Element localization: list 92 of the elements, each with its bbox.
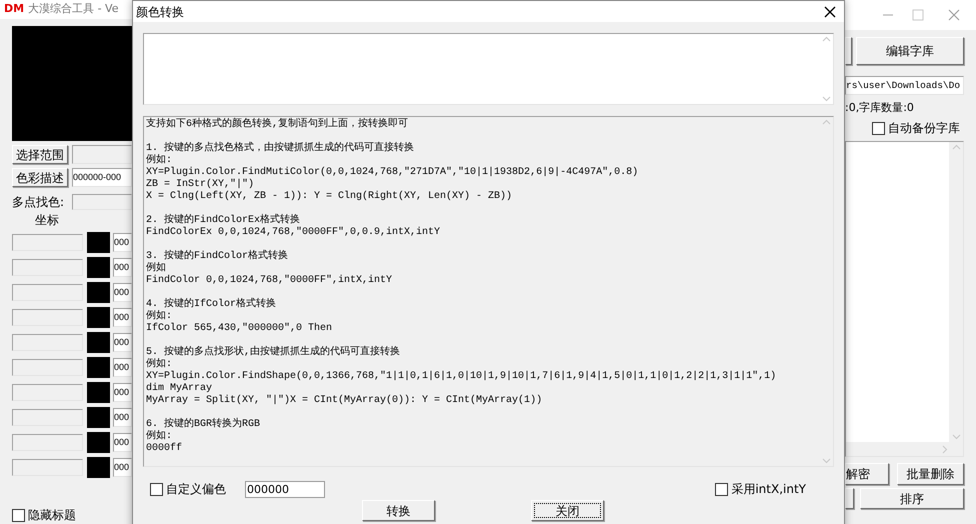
text-line: IfColor 565,430,"000000",0 Then [146, 323, 334, 335]
scroll-right-icon[interactable] [942, 444, 948, 454]
column-header: 坐标 [35, 213, 60, 227]
color-swatch [87, 282, 110, 303]
dialog-title: 颜色转换 [136, 4, 184, 20]
checkbox-label: 隐藏标题 [28, 507, 76, 524]
coordinate-field[interactable] [12, 459, 83, 476]
select-range-button[interactable]: 选择范围 [12, 145, 68, 164]
checkbox-label: 自定义偏色 [166, 481, 226, 498]
decrypt-button[interactable]: 解密 [845, 463, 889, 485]
path-field[interactable]: rs\user\Downloads\Do [845, 76, 964, 95]
color-field[interactable]: 000 [113, 308, 132, 327]
sort-button[interactable]: 排序 [860, 488, 964, 509]
color-swatch [87, 432, 110, 453]
dialog-button[interactable]: 关闭 [531, 500, 604, 521]
text-line: 例如: [146, 431, 174, 442]
checkbox-label: 自动备份字库 [888, 120, 960, 137]
text-line: MyArray = Split(XY, "|")X = CInt(MyArray(0)): Y = CInt(MyArray(1)) [146, 395, 544, 407]
text-line: 2. 按键的FindColorEx格式转换 [146, 215, 302, 226]
checkbox[interactable] [872, 122, 885, 134]
color-field[interactable]: 000 [113, 283, 132, 302]
multipoint-label: 多点找色: [12, 194, 66, 211]
text-line: 例如 [146, 263, 167, 274]
color-field[interactable]: 000 [113, 408, 132, 427]
scroll-down-icon[interactable] [822, 458, 830, 464]
text-line: 6. 按键的BGR转换为RGB [146, 419, 262, 430]
color-field[interactable]: 000 [113, 233, 132, 252]
color-field[interactable]: 000 [113, 333, 132, 352]
color-swatch [87, 357, 110, 378]
color-description-field[interactable]: 000000-000 [72, 168, 132, 187]
checkbox[interactable] [715, 482, 728, 496]
text-line: 例如: [146, 311, 174, 322]
checkbox[interactable] [12, 508, 25, 522]
cut-off-button[interactable] [845, 488, 854, 509]
library-info: :0,字库数量:0 [845, 101, 915, 115]
coordinate-field[interactable] [12, 384, 83, 401]
text-line: 0000ff [146, 443, 184, 455]
text-line: 4. 按键的IfColor格式转换 [146, 299, 278, 310]
text-line: XY=Plugin.Color.FindShape(0,0,1366,768,"1|1|0,1|6|1,0|10|1,9|10|1,7|6|1,9|4|1,5|0|1,1|0|1,2|2|1,3|1|1",1) [146, 371, 778, 382]
close-icon[interactable] [824, 6, 836, 18]
text-line: FindColorEx 0,0,1024,768,"0000FF",0,0.9,intX,intY [146, 227, 442, 239]
text-line: 3. 按键的FindColor格式转换 [146, 251, 290, 262]
batch-delete-button[interactable]: 批量删除 [897, 463, 964, 485]
dialog-button[interactable]: 转换 [362, 500, 435, 521]
coordinate-field[interactable] [12, 334, 83, 351]
maximize-icon[interactable] [912, 9, 924, 21]
coordinate-field[interactable] [12, 284, 83, 301]
coordinate-field[interactable] [12, 359, 83, 376]
color-description-button[interactable]: 色彩描述 [12, 168, 68, 187]
text-line: 例如: [146, 155, 174, 166]
color-swatch [87, 407, 110, 428]
color-field[interactable]: 000 [113, 458, 132, 477]
text-line: 5. 按键的多点找形状,由按键抓抓生成的代码可直接转换 [146, 347, 402, 358]
text-line: XY=Plugin.Color.FindMutiColor(0,0,1024,768,"271D7A","10|1|1938D2,6|9|-4C497A",0.8) [146, 167, 640, 178]
code-input-area[interactable] [143, 33, 834, 105]
scroll-down-icon[interactable] [952, 434, 960, 440]
cut-off-button[interactable] [845, 37, 852, 65]
color-field[interactable]: 000 [113, 383, 132, 402]
window-title: 大漠综合工具 - Ve [28, 1, 118, 18]
text-line: 例如: [146, 359, 174, 370]
color-swatch [87, 232, 110, 253]
coordinate-field[interactable] [12, 259, 83, 276]
color-field[interactable]: 000 [113, 433, 132, 452]
app-logo: DM [4, 1, 24, 18]
color-swatch [87, 382, 110, 403]
scroll-up-icon[interactable] [822, 36, 830, 42]
checkbox-label: 采用intX,intY [731, 481, 806, 498]
checkbox[interactable] [150, 482, 163, 496]
coordinate-field[interactable] [12, 309, 83, 326]
text-line: 1. 按键的多点找色格式，由按键抓抓生成的代码可直接转换 [146, 143, 416, 154]
color-field[interactable]: 000 [113, 258, 132, 277]
font-library-list[interactable] [845, 141, 964, 457]
scroll-up-icon[interactable] [952, 144, 960, 150]
coordinate-field[interactable] [12, 434, 83, 451]
coordinate-field[interactable] [12, 234, 83, 251]
text-line: ZB = InStr(XY,"|") [146, 179, 256, 190]
color-swatch [87, 307, 110, 328]
text-line: dim MyArray [146, 383, 214, 394]
color-swatch [87, 257, 110, 278]
text-line: 支持如下6种格式的颜色转换,复制语句到上面，按转换即可 [146, 119, 410, 131]
range-field[interactable] [72, 145, 132, 164]
color-swatch [87, 332, 110, 353]
multipoint-field[interactable] [72, 194, 132, 210]
coordinate-field[interactable] [12, 409, 83, 426]
text-line: X = Clng(Left(XY, ZB - 1)): Y = Clng(Right(XY, Len(XY) - ZB)) [146, 191, 514, 203]
edit-font-library-button[interactable]: 编辑字库 [856, 37, 964, 65]
offset-field[interactable]: 000000 [245, 480, 325, 498]
color-swatch [87, 457, 110, 478]
scroll-down-icon[interactable] [822, 96, 830, 102]
scroll-up-icon[interactable] [822, 119, 830, 125]
color-field[interactable]: 000 [113, 358, 132, 377]
text-line: FindColor 0,0,1024,768,"0000FF",intX,intY [146, 275, 394, 287]
